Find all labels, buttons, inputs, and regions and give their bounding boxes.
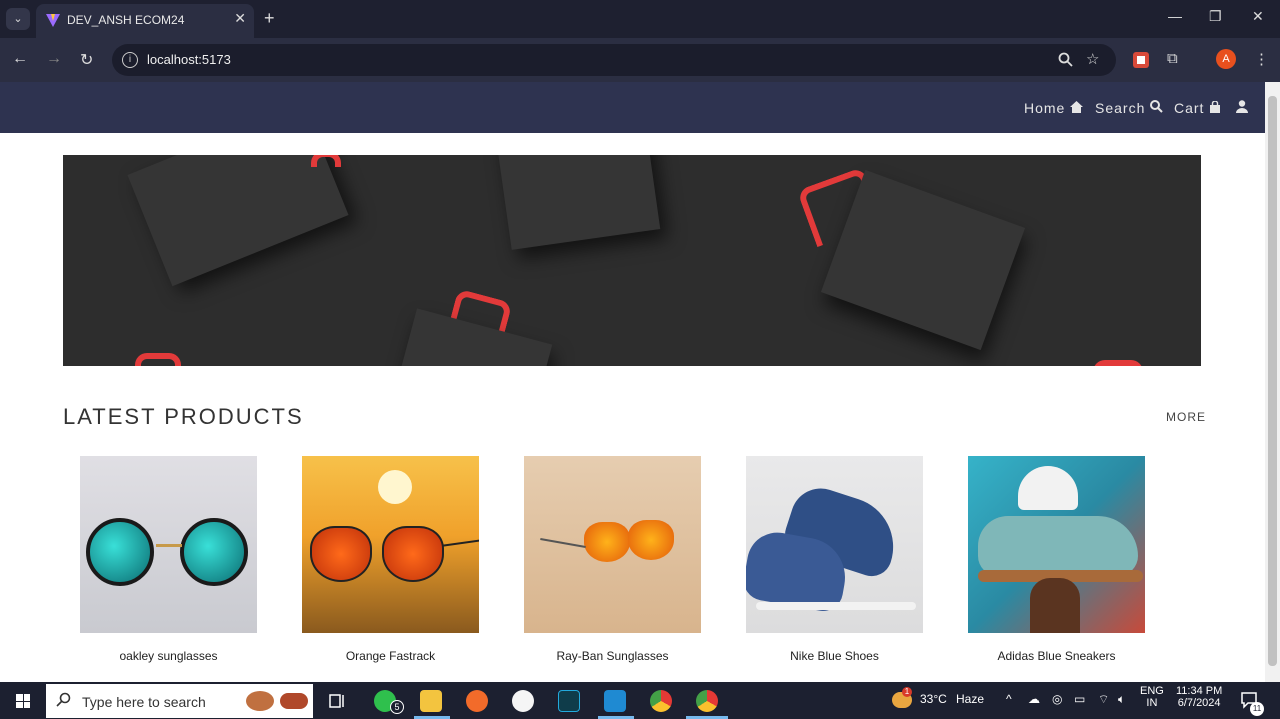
- product-image[interactable]: [80, 456, 257, 633]
- zoom-icon[interactable]: [1058, 52, 1073, 67]
- site-info-icon[interactable]: i: [122, 52, 138, 68]
- hero-bag-handle: [311, 155, 341, 167]
- page-viewport: Home Search Cart LATEST PRODUCTS MORE oa…: [0, 82, 1280, 682]
- close-window-icon[interactable]: ✕: [1252, 8, 1264, 25]
- restore-icon[interactable]: ❐: [1209, 8, 1222, 25]
- temperature-text[interactable]: 33°C: [920, 692, 947, 706]
- taskbar-search-box[interactable]: Type here to search: [46, 684, 313, 718]
- clock-time: 11:34 PM: [1176, 685, 1223, 697]
- mongodb-icon[interactable]: [512, 690, 534, 712]
- address-bar[interactable]: i localhost:5173 ☆: [112, 44, 1116, 76]
- browser-tab-strip: ⌄ DEV_ANSH ECOM24 ✕ + — ❐ ✕: [0, 0, 1280, 38]
- wifi-icon[interactable]: ⌔: [1098, 692, 1109, 707]
- weather-text[interactable]: Haze: [956, 692, 984, 706]
- windows-taskbar: Type here to search 5 1 33°C Haze ^ ☁ ◎ …: [0, 682, 1280, 719]
- weather-alert-badge: 1: [902, 687, 912, 697]
- product-name[interactable]: Orange Fastrack: [302, 649, 479, 663]
- language-bottom: IN: [1146, 697, 1158, 709]
- nav-cart-link[interactable]: Cart: [1174, 100, 1221, 116]
- bookmark-star-icon[interactable]: ☆: [1086, 50, 1099, 68]
- nav-search-link[interactable]: Search: [1095, 100, 1163, 116]
- chrome-icon[interactable]: [650, 690, 672, 712]
- profile-avatar[interactable]: A: [1216, 49, 1236, 69]
- product-card[interactable]: Nike Blue Shoes: [746, 456, 923, 663]
- clock-date: 6/7/2024: [1177, 697, 1221, 709]
- tray-chevron-icon[interactable]: ^: [1006, 692, 1012, 706]
- forward-icon[interactable]: →: [46, 50, 62, 68]
- back-icon[interactable]: ←: [12, 50, 28, 68]
- site-navbar: Home Search Cart: [0, 82, 1265, 133]
- product-image[interactable]: [968, 456, 1145, 633]
- user-icon: [1236, 100, 1248, 113]
- product-card[interactable]: Adidas Blue Sneakers: [968, 456, 1145, 663]
- nav-user-link[interactable]: [1236, 100, 1248, 116]
- search-highlight-food-icon: [280, 693, 308, 709]
- vscode-icon[interactable]: [604, 690, 626, 712]
- scrollbar-thumb[interactable]: [1268, 96, 1277, 666]
- nav-home-label: Home: [1024, 100, 1066, 116]
- product-card[interactable]: Ray-Ban Sunglasses: [524, 456, 701, 663]
- hero-bag-handle: [135, 353, 181, 366]
- volume-icon[interactable]: 🔈︎: [1118, 692, 1125, 707]
- file-explorer-icon[interactable]: [420, 690, 442, 712]
- task-view-icon[interactable]: [328, 692, 346, 710]
- hero-bag: [495, 155, 661, 250]
- reload-icon[interactable]: ↻: [80, 50, 93, 70]
- more-link[interactable]: MORE: [1166, 410, 1206, 424]
- whatsapp-badge: 5: [390, 700, 404, 714]
- search-highlight-donut-icon: [246, 691, 274, 711]
- browser-toolbar: ← → ↻ i localhost:5173 ☆ ⧉ A ⋮: [0, 38, 1280, 82]
- minimize-icon[interactable]: —: [1168, 8, 1182, 24]
- nav-search-label: Search: [1095, 100, 1146, 116]
- windows-start-icon[interactable]: [16, 694, 30, 708]
- product-image[interactable]: [524, 456, 701, 633]
- vite-favicon-icon: [46, 14, 60, 27]
- hero-bag-handle: [1093, 360, 1143, 366]
- meet-icon[interactable]: ◎: [1052, 692, 1062, 706]
- section-title: LATEST PRODUCTS: [63, 404, 304, 429]
- postman-icon[interactable]: [466, 690, 488, 712]
- hero-banner: [63, 155, 1201, 366]
- address-url[interactable]: localhost:5173: [147, 52, 231, 67]
- shopping-bag-icon: [1210, 100, 1221, 113]
- language-indicator[interactable]: ENG IN: [1140, 685, 1164, 709]
- product-name[interactable]: Ray-Ban Sunglasses: [524, 649, 701, 663]
- hero-bag: [127, 155, 349, 287]
- product-name[interactable]: Nike Blue Shoes: [746, 649, 923, 663]
- chrome-profile-icon[interactable]: [696, 690, 718, 712]
- product-card[interactable]: oakley sunglasses: [80, 456, 257, 663]
- battery-icon[interactable]: ▭: [1074, 692, 1085, 706]
- system-clock[interactable]: 11:34 PM 6/7/2024: [1176, 685, 1222, 709]
- product-image[interactable]: [302, 456, 479, 633]
- page-scrollbar[interactable]: [1265, 82, 1280, 682]
- tab-close-icon[interactable]: ✕: [234, 10, 246, 27]
- language-top: ENG: [1140, 685, 1164, 697]
- nav-home-link[interactable]: Home: [1024, 100, 1084, 116]
- terminal-app-icon[interactable]: [558, 690, 580, 712]
- notifications-badge: 11: [1250, 702, 1264, 716]
- extensions-puzzle-icon[interactable]: ⧉: [1167, 50, 1178, 67]
- tab-title: DEV_ANSH ECOM24: [67, 13, 185, 27]
- product-name[interactable]: oakley sunglasses: [80, 649, 257, 663]
- new-tab-button[interactable]: +: [264, 8, 275, 29]
- browser-tab-active[interactable]: DEV_ANSH ECOM24 ✕: [36, 4, 254, 38]
- browser-menu-icon[interactable]: ⋮: [1254, 50, 1269, 68]
- onedrive-icon[interactable]: ☁: [1028, 692, 1040, 706]
- product-name[interactable]: Adidas Blue Sneakers: [968, 649, 1145, 663]
- extension-red-icon[interactable]: [1132, 51, 1150, 69]
- product-image[interactable]: [746, 456, 923, 633]
- taskbar-search-placeholder: Type here to search: [82, 694, 206, 710]
- product-card[interactable]: Orange Fastrack: [302, 456, 479, 663]
- search-icon: [1150, 100, 1163, 113]
- tab-search-button[interactable]: ⌄: [6, 8, 30, 30]
- search-icon: [56, 692, 71, 707]
- home-icon: [1070, 101, 1084, 113]
- nav-cart-label: Cart: [1174, 100, 1205, 116]
